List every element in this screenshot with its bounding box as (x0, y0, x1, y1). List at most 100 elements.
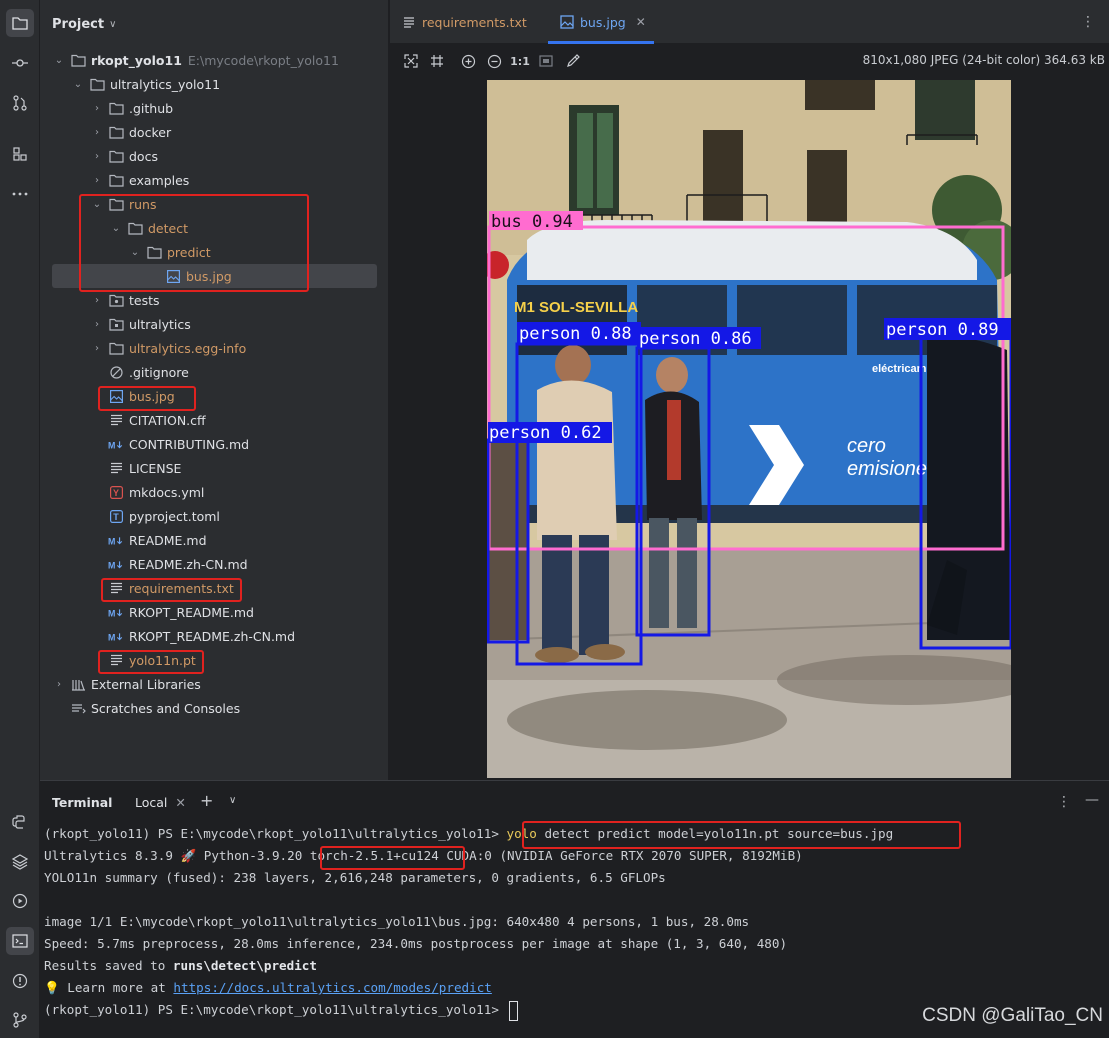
tree-item[interactable]: ⌄ predict (40, 240, 389, 264)
editor-tab-bar: requirements.txt bus.jpg ✕ ⋮ (390, 0, 1109, 44)
terminal-line[interactable]: (rkopt_yolo11) PS E:\mycode\rkopt_yolo11… (44, 999, 518, 1021)
tree-item[interactable]: M RKOPT_README.zh-CN.md (40, 624, 389, 648)
close-terminal-tab-icon[interactable]: ✕ (175, 795, 185, 810)
chevron-right-icon[interactable]: › (52, 679, 66, 690)
chevron-down-icon[interactable]: ∨ (229, 795, 236, 806)
package-folder-icon (108, 316, 124, 332)
commit-icon[interactable] (6, 49, 34, 77)
tree-item-label: bus.jpg (129, 388, 175, 404)
results-path: runs\detect\predict (172, 958, 317, 973)
tree-item[interactable]: requirements.txt (40, 576, 389, 600)
terminal-cursor (508, 1000, 518, 1021)
zoom-in-icon[interactable] (459, 52, 477, 70)
close-tab-icon[interactable]: ✕ (636, 15, 646, 29)
tree-item[interactable]: › ultralytics.egg-info (40, 336, 389, 360)
tree-item[interactable]: › docker (40, 120, 389, 144)
tree-item[interactable]: bus.jpg (40, 384, 389, 408)
chevron-down-icon[interactable]: ⌄ (109, 223, 123, 234)
grid-icon[interactable] (428, 52, 446, 70)
terminal-line: 💡 Learn more at https://docs.ultralytics… (44, 977, 492, 999)
image-file-icon (165, 268, 181, 284)
chevron-right-icon[interactable]: › (90, 295, 104, 306)
project-header[interactable]: Project ∨ (52, 14, 116, 34)
color-picker-icon[interactable] (564, 52, 582, 70)
problems-icon[interactable] (6, 967, 34, 995)
layers-icon[interactable] (6, 848, 34, 876)
tree-item-label: CITATION.cff (129, 412, 206, 428)
tree-item[interactable]: Scratches and Consoles (40, 696, 389, 720)
tree-item[interactable]: › External Libraries (40, 672, 389, 696)
zoom-out-icon[interactable] (485, 52, 503, 70)
terminal-line: Speed: 5.7ms preprocess, 28.0ms inferenc… (44, 936, 788, 951)
tree-item[interactable]: M README.zh-CN.md (40, 552, 389, 576)
tree-item[interactable]: LICENSE (40, 456, 389, 480)
tree-item[interactable]: bus.jpg (40, 264, 389, 288)
tree-item-label: README.zh-CN.md (129, 556, 248, 572)
command-args: detect predict model=yolo11n.pt source=b… (536, 826, 894, 841)
tree-item[interactable]: ⌄ detect (40, 216, 389, 240)
tab-bus-jpg[interactable]: bus.jpg ✕ (548, 0, 654, 44)
folder-icon (108, 148, 124, 164)
tree-item[interactable]: › examples (40, 168, 389, 192)
tree-item-label: examples (129, 172, 190, 188)
markdown-file-icon: M (108, 604, 124, 620)
terminal-tab-local[interactable]: Local ✕ (135, 795, 186, 810)
chevron-right-icon[interactable]: › (90, 151, 104, 162)
chevron-right-icon[interactable]: › (90, 319, 104, 330)
chevron-right-icon[interactable]: › (90, 175, 104, 186)
tree-item[interactable]: › .github (40, 96, 389, 120)
more-options-icon[interactable]: ⋮ (1057, 794, 1071, 810)
new-terminal-icon[interactable]: + (200, 791, 213, 810)
actual-size-button[interactable]: 1:1 (510, 52, 530, 70)
chevron-right-icon[interactable]: › (90, 343, 104, 354)
tree-item[interactable]: › ultralytics (40, 312, 389, 336)
tab-label: requirements.txt (422, 14, 527, 30)
structure-icon[interactable] (6, 140, 34, 168)
pull-request-icon[interactable] (6, 89, 34, 117)
tree-item[interactable]: M README.md (40, 528, 389, 552)
tab-requirements-txt[interactable]: requirements.txt (402, 0, 536, 44)
tree-item[interactable]: Tpyproject.toml (40, 504, 389, 528)
tree-item[interactable]: ⌄ rkopt_yolo11 E:\mycode\rkopt_yolo11 (40, 48, 389, 72)
fit-to-window-icon[interactable] (402, 52, 420, 70)
tree-item-path-hint: E:\mycode\rkopt_yolo11 (187, 52, 339, 68)
more-tools-icon[interactable] (6, 180, 34, 208)
minimize-icon[interactable]: — (1085, 792, 1099, 808)
chevron-down-icon[interactable]: ⌄ (52, 55, 66, 66)
git-icon[interactable] (6, 1006, 34, 1034)
folder-icon (108, 196, 124, 212)
project-folder-icon[interactable] (6, 9, 34, 37)
chevron-down-icon[interactable]: ⌄ (71, 79, 85, 90)
tree-item-label: External Libraries (91, 676, 201, 692)
terminal-line[interactable]: (rkopt_yolo11) PS E:\mycode\rkopt_yolo11… (44, 823, 893, 845)
tree-item[interactable]: › tests (40, 288, 389, 312)
tree-item[interactable]: .gitignore (40, 360, 389, 384)
tree-item[interactable]: yolo11n.pt (40, 648, 389, 672)
tree-item[interactable]: Ymkdocs.yml (40, 480, 389, 504)
svg-text:Y: Y (113, 488, 119, 498)
docs-link[interactable]: https://docs.ultralytics.com/modes/predi… (173, 980, 491, 995)
services-icon[interactable] (6, 887, 34, 915)
tree-item[interactable]: ⌄ ultralytics_yolo11 (40, 72, 389, 96)
version-info: Ultralytics 8.3.9 🚀 Python-3.9.20 (44, 848, 310, 863)
background-icon[interactable] (537, 52, 555, 70)
chevron-right-icon[interactable]: › (90, 127, 104, 138)
tree-item-label: pyproject.toml (129, 508, 220, 524)
tree-item[interactable]: › docs (40, 144, 389, 168)
tree-item[interactable]: M CONTRIBUTING.md (40, 432, 389, 456)
tree-item[interactable]: ⌄ runs (40, 192, 389, 216)
terminal-icon[interactable] (6, 927, 34, 955)
folder-icon (108, 172, 124, 188)
folder-icon (146, 244, 162, 260)
tree-item-label: predict (167, 244, 211, 260)
chevron-down-icon[interactable]: ⌄ (90, 199, 104, 210)
python-packages-icon[interactable] (6, 808, 34, 836)
tree-item[interactable]: CITATION.cff (40, 408, 389, 432)
tree-item[interactable]: M RKOPT_README.md (40, 600, 389, 624)
detection-result-image: M1 SOL-SEVILLA cero emisiones eléctricam… (487, 80, 1011, 778)
tree-item-label: detect (148, 220, 188, 236)
more-options-icon[interactable]: ⋮ (1081, 14, 1095, 30)
learn-more-text: 💡 Learn more at (44, 980, 174, 995)
chevron-down-icon[interactable]: ⌄ (128, 247, 142, 258)
chevron-right-icon[interactable]: › (90, 103, 104, 114)
